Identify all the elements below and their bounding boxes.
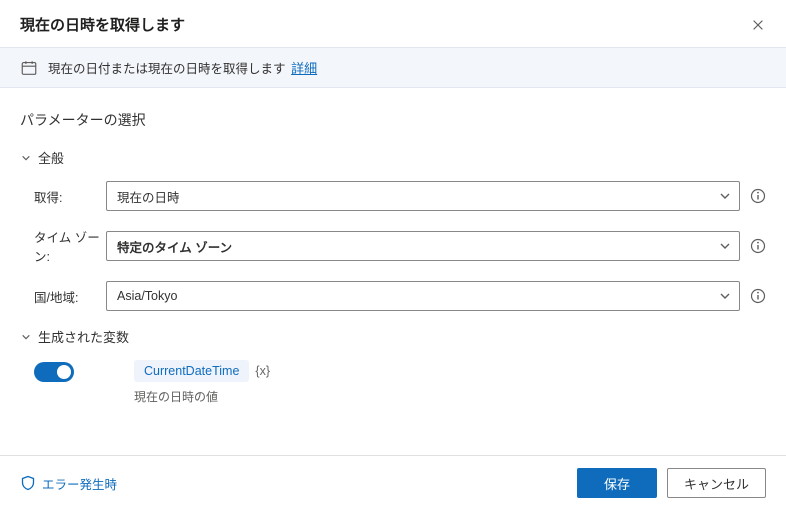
row-country: 国/地域: Asia/Tokyo [34, 281, 766, 311]
on-error-link[interactable]: エラー発生時 [20, 474, 117, 493]
info-icon[interactable] [750, 188, 766, 204]
chevron-down-icon [719, 240, 731, 252]
variable-toggle[interactable] [34, 362, 74, 382]
row-retrieve: 取得: 現在の日時 [34, 181, 766, 211]
vars-content: CurrentDateTime {x} 現在の日時の値 [20, 360, 766, 405]
group-general-label: 全般 [38, 148, 64, 167]
label-timezone: タイム ゾーン: [34, 227, 106, 265]
row-timezone: タイム ゾーン: 特定のタイム ゾーン [34, 227, 766, 265]
info-details-link[interactable]: 詳細 [291, 61, 317, 76]
info-text: 現在の日付または現在の日時を取得します 詳細 [48, 58, 317, 77]
group-vars: 生成された変数 CurrentDateTime {x} 現在の日時の値 [20, 327, 766, 405]
group-vars-header[interactable]: 生成された変数 [20, 327, 766, 346]
shield-icon [20, 475, 36, 491]
info-icon[interactable] [750, 238, 766, 254]
fields-general: 取得: 現在の日時 タイム ゾーン: 特定のタイム ゾーン 国/地域: [20, 181, 766, 311]
chevron-down-icon [20, 331, 32, 343]
chevron-down-icon [719, 290, 731, 302]
close-button[interactable] [750, 17, 766, 33]
calendar-icon [20, 59, 38, 77]
close-icon [751, 18, 765, 32]
dialog-title: 現在の日時を取得します [20, 14, 185, 35]
variable-chip[interactable]: CurrentDateTime [134, 360, 249, 382]
select-retrieve[interactable]: 現在の日時 [106, 181, 740, 211]
variable-desc: 現在の日時の値 [134, 388, 270, 405]
group-vars-label: 生成された変数 [38, 327, 129, 346]
cancel-button[interactable]: キャンセル [667, 468, 766, 498]
chevron-down-icon [719, 190, 731, 202]
dialog-body: パラメーターの選択 全般 取得: 現在の日時 タイム ゾーン: 特定のタイム ゾ… [0, 88, 786, 455]
variable-info: CurrentDateTime {x} 現在の日時の値 [134, 360, 270, 405]
label-country: 国/地域: [34, 287, 106, 306]
dialog-footer: エラー発生時 保存 キャンセル [0, 455, 786, 510]
dialog-header: 現在の日時を取得します [0, 0, 786, 47]
variable-type: {x} [255, 364, 270, 378]
info-bar: 現在の日付または現在の日時を取得します 詳細 [0, 47, 786, 88]
on-error-label: エラー発生時 [42, 474, 117, 493]
select-timezone[interactable]: 特定のタイム ゾーン [106, 231, 740, 261]
section-title: パラメーターの選択 [20, 110, 766, 130]
save-button[interactable]: 保存 [577, 468, 657, 498]
group-general-header[interactable]: 全般 [20, 148, 766, 167]
label-retrieve: 取得: [34, 187, 106, 206]
select-country[interactable]: Asia/Tokyo [106, 281, 740, 311]
chevron-down-icon [20, 152, 32, 164]
info-icon[interactable] [750, 288, 766, 304]
